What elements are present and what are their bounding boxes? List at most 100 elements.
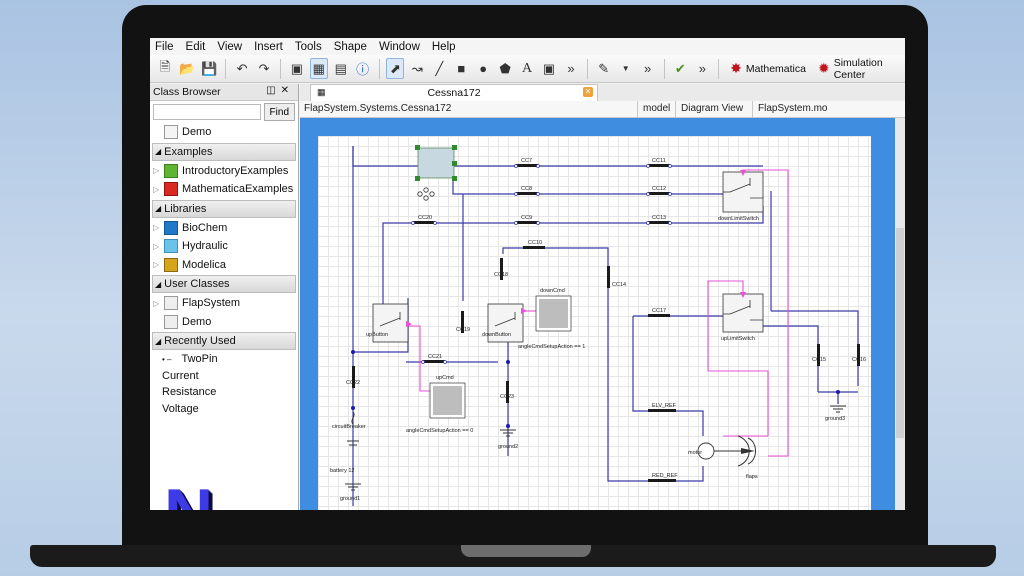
diagram-label: angleCmdSetupAction == 0 — [406, 428, 473, 434]
ellipse-tool-icon[interactable]: ● — [474, 58, 492, 79]
search-input[interactable] — [153, 104, 261, 120]
documentation-view-icon[interactable]: ▤ — [332, 58, 350, 79]
tree-item-flapsystem[interactable]: ▷ FlapSystem — [150, 294, 298, 313]
menu-help[interactable]: Help — [432, 41, 456, 53]
toolbar-more-icon[interactable]: » — [562, 58, 580, 79]
port — [646, 164, 650, 168]
panel-float-close-icons[interactable]: ◫✕ — [266, 85, 294, 96]
package-icon — [164, 163, 178, 178]
selection-handle[interactable] — [415, 145, 420, 150]
undo-icon[interactable]: ↶ — [233, 58, 251, 79]
redo-icon[interactable]: ↷ — [255, 58, 273, 79]
connector-bar — [648, 409, 676, 412]
close-tab-icon[interactable]: ✕ — [583, 87, 593, 97]
selection-handle[interactable] — [415, 176, 420, 181]
scrollbar-thumb[interactable] — [896, 228, 904, 438]
diagram-label: RED_REF — [652, 473, 678, 479]
pen-color-icon[interactable]: ✎ — [595, 58, 613, 79]
diagram-view-icon[interactable]: ▦ — [309, 58, 328, 79]
info-icon[interactable]: ⓘ — [354, 58, 372, 79]
tree-item-demo[interactable]: Demo — [150, 313, 298, 332]
diagram-labels: CC7 CC11 CC8 CC12 CC20 CC9 CC13 CC10 CC1… — [330, 158, 866, 502]
rectangle-tool-icon[interactable]: ■ — [452, 58, 470, 79]
connect-tool-icon[interactable]: ↝ — [408, 58, 426, 79]
tab-title: Cessna172 — [427, 87, 481, 99]
icon-view-icon[interactable]: ▣ — [288, 58, 306, 79]
diagram-label: CC7 — [521, 158, 532, 164]
wire — [382, 206, 764, 304]
recent-item-current[interactable]: Current — [150, 368, 298, 385]
menu-tools[interactable]: Tools — [295, 41, 322, 53]
port — [646, 221, 650, 225]
section-recently-used[interactable]: ◢ Recently Used — [152, 332, 296, 350]
app-window: File Edit View Insert Tools Shape Window… — [150, 38, 905, 510]
expand-arrow-icon[interactable]: ▷ — [153, 299, 160, 308]
recent-item-voltage[interactable]: Voltage — [150, 401, 298, 418]
simulation-center-button[interactable]: ✹ Simulation Center — [814, 57, 905, 81]
tree-item-label: IntroductoryExamples — [182, 164, 289, 177]
flaps-arrow-icon — [741, 448, 755, 454]
diagram-label: CC19 — [456, 327, 470, 333]
section-libraries[interactable]: ◢ Libraries — [152, 199, 296, 218]
open-folder-icon[interactable]: 📂 — [178, 58, 196, 79]
connector-bar — [607, 266, 610, 288]
junction-dot — [506, 360, 510, 364]
menu-window[interactable]: Window — [379, 41, 420, 53]
vertical-scrollbar[interactable] — [895, 118, 905, 510]
menu-file[interactable]: File — [155, 41, 174, 53]
section-user-classes[interactable]: ◢ User Classes — [152, 275, 296, 293]
tree-item-biochem[interactable]: ▷ BioChem — [150, 219, 298, 238]
n-logo: N — [164, 479, 213, 510]
expand-arrow-icon[interactable]: ▷ — [153, 185, 160, 194]
connector-bar — [648, 192, 670, 195]
expand-arrow-icon[interactable]: ▷ — [153, 223, 160, 232]
diagram-label: ground3 — [825, 416, 845, 422]
polygon-tool-icon[interactable]: ⬟ — [496, 58, 514, 79]
tree-item-modelica[interactable]: ▷ Modelica — [150, 256, 298, 275]
mathematica-button[interactable]: ✸ Mathematica — [726, 60, 810, 77]
selection-handle[interactable] — [452, 176, 457, 181]
expand-arrow-icon[interactable]: ▷ — [153, 260, 160, 269]
tree-item-hydraulic[interactable]: ▷ Hydraulic — [150, 237, 298, 256]
recent-item-twopin[interactable]: • – TwoPin — [150, 351, 298, 368]
connector-bar — [648, 314, 670, 317]
bitmap-tool-icon[interactable]: ▣ — [540, 58, 558, 79]
save-icon[interactable]: 💾 — [200, 58, 218, 79]
menu-view[interactable]: View — [217, 41, 242, 53]
menu-shape[interactable]: Shape — [334, 41, 367, 53]
tree-item-demo-top[interactable]: Demo — [150, 123, 298, 142]
find-button[interactable]: Find — [263, 103, 295, 121]
dropdown-arrow-icon[interactable]: ▼ — [617, 58, 635, 79]
new-file-icon[interactable]: 🗎 — [156, 58, 174, 79]
toolbar-more-icon[interactable]: » — [639, 58, 657, 79]
diagram-label: upCmd — [436, 375, 454, 381]
selected-component-box[interactable] — [417, 147, 455, 179]
selection-handle[interactable] — [452, 145, 457, 150]
selection-handle[interactable] — [452, 161, 457, 166]
expand-arrow-icon[interactable]: ▷ — [153, 166, 160, 175]
diagram-canvas[interactable]: CC7 CC11 CC8 CC12 CC20 CC9 CC13 CC10 CC1… — [318, 136, 871, 510]
menu-edit[interactable]: Edit — [186, 41, 206, 53]
switch-trigger-icon — [521, 308, 527, 314]
check-model-icon[interactable]: ✔ — [671, 58, 689, 79]
port — [646, 192, 650, 196]
tree-item-label: MathematicaExamples — [182, 183, 294, 196]
tab-cessna172[interactable]: ▦ Cessna172 ✕ — [310, 84, 598, 101]
up-limit-switch[interactable] — [722, 293, 764, 333]
toolbar-separator — [280, 58, 281, 79]
view-mode[interactable]: Diagram View — [681, 103, 743, 114]
tree-item-mathematica-examples[interactable]: ▷ MathematicaExamples — [150, 180, 298, 199]
menu-insert[interactable]: Insert — [254, 41, 283, 53]
expand-arrow-icon[interactable]: ▷ — [153, 242, 160, 251]
text-tool-icon[interactable]: A — [518, 58, 536, 79]
diagram-label: CC10 — [528, 240, 542, 246]
laptop-notch — [461, 545, 591, 557]
pointer-tool-icon[interactable]: ⬈ — [386, 58, 405, 79]
toolbar-more-icon[interactable]: » — [693, 58, 711, 79]
line-tool-icon[interactable]: ╱ — [430, 58, 448, 79]
toolbar-separator — [586, 58, 588, 79]
section-examples[interactable]: ◢ Examples — [152, 142, 296, 161]
tree-item-introductory-examples[interactable]: ▷ IntroductoryExamples — [150, 162, 298, 181]
recent-item-resistance[interactable]: Resistance — [150, 384, 298, 401]
simulation-center-label: Simulation Center — [833, 56, 883, 81]
